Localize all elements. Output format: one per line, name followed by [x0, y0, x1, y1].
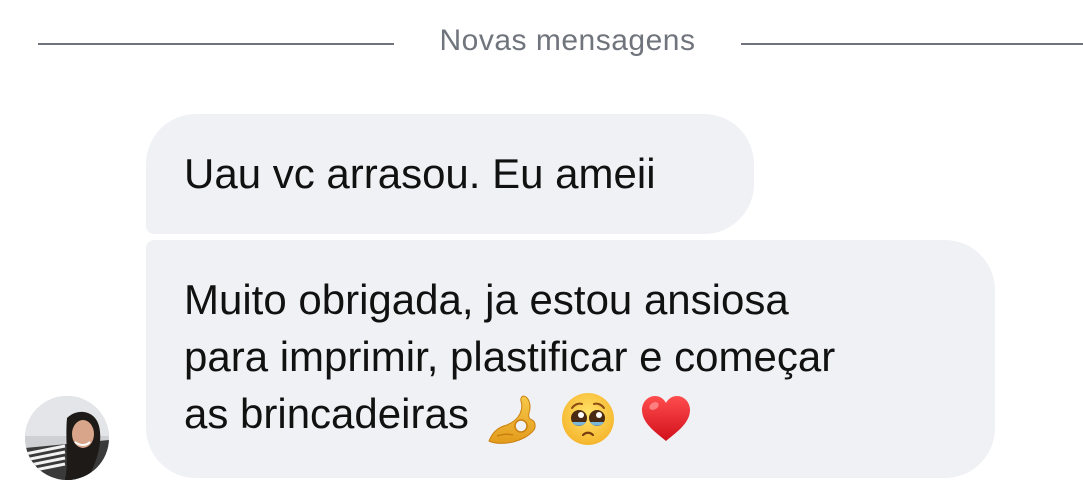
message-line-with-emojis: as brincadeiras [184, 385, 975, 447]
pleading-face-icon [562, 392, 615, 445]
message-bubble[interactable]: Muito obrigada, ja estou ansiosa para im… [146, 240, 995, 478]
new-messages-label: Novas mensagens [439, 24, 696, 57]
message-text: Uau vc arrasou. Eu ameii [184, 150, 656, 197]
avatar-image [25, 396, 109, 480]
message-line: Muito obrigada, ja estou ansiosa [184, 276, 789, 323]
message-bubble[interactable]: Uau vc arrasou. Eu ameii [146, 114, 754, 234]
message-line: as brincadeiras [184, 390, 469, 437]
red-heart-icon [642, 395, 691, 441]
new-messages-divider: Novas mensagens [0, 18, 1083, 70]
avatar[interactable] [25, 396, 109, 480]
emoji-group [483, 387, 704, 447]
divider-line-right [741, 43, 1083, 45]
ok-hand-icon [488, 395, 536, 444]
divider-line-left [38, 43, 394, 45]
message-line: para imprimir, plastificar e começar [184, 333, 836, 380]
